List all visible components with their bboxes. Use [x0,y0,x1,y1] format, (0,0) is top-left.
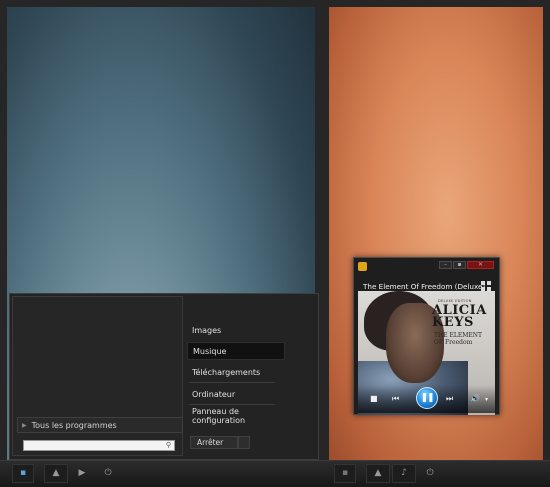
cover-artist-line2: KEYS [432,315,474,330]
pause-icon: ❚❚ [420,393,434,403]
cover-album: THE ELEMENT OF Freedom [434,332,482,346]
taskbar-user-folder[interactable]: ▲ [44,464,68,483]
media-player-logo-icon [358,262,367,271]
volume-dropdown-icon[interactable]: ▾ [485,396,488,404]
start-menu: ▶ Tous les programmes ⚲ Images Musique T… [9,293,319,460]
start-button[interactable]: ▪ [12,464,34,483]
play-icon: ▶ [78,468,86,478]
shutdown-button[interactable]: Arrêter [190,436,238,449]
power-icon: ⏻ [104,468,112,478]
taskbar-power[interactable]: ⏻ [96,464,120,483]
taskbar-power[interactable]: ⏻ [418,464,442,483]
switch-to-library-icon[interactable] [481,281,491,291]
close-button[interactable]: ✕ [467,261,494,269]
power-icon: ⏻ [426,468,434,478]
now-playing-title: The Element Of Freedom (Deluxe) [363,282,486,291]
taskbar: ▪ ▲ ♪ ⏻ [322,460,550,487]
arrow-right-icon: ▶ [22,421,27,429]
user-folder-icon: ▲ [52,468,60,478]
menu-item-musique[interactable]: Musique [187,342,285,360]
all-programs-button[interactable]: ▶ Tous les programmes [17,417,183,433]
minimize-button[interactable]: – [439,261,452,269]
maximize-button[interactable]: ▪ [453,261,466,269]
music-note-icon: ♪ [401,468,407,478]
windows-orb-icon: ▪ [341,468,349,478]
taskbar: ▪ ▲ ▶ ⏻ [0,460,322,487]
next-icon[interactable]: ⏭ [446,395,453,403]
play-pause-button[interactable]: ❚❚ [416,387,438,409]
previous-icon[interactable]: ⏮ [392,395,399,403]
search-icon: ⚲ [165,441,171,449]
windows-orb-icon: ▪ [19,468,27,478]
media-player-window: – ▪ ✕ DELUXE EDITION ALICIA KEYS THE ELE… [353,257,500,415]
shutdown-options-button[interactable] [238,436,250,449]
menu-item-panneau-configuration[interactable]: Panneau de configuration [187,407,285,425]
taskbar-user-folder[interactable]: ▲ [366,464,390,483]
volume-icon[interactable]: 🔊 [470,395,480,403]
menu-item-ordinateur[interactable]: Ordinateur [187,385,285,403]
menu-item-telechargements[interactable]: Téléchargements [187,363,285,381]
start-button[interactable]: ▪ [334,464,356,483]
menu-divider [189,404,275,405]
cover-artist: ALICIA KEYS [432,304,487,330]
taskbar-media-player[interactable]: ♪ [392,464,416,483]
menu-divider [189,382,275,383]
cover-album-line1: THE ELEMENT [434,332,483,339]
playback-controls: ■ ⏮ ❚❚ ⏭ 🔊 ▾ [358,385,495,413]
programs-pane: ▶ Tous les programmes ⚲ [12,296,183,456]
menu-item-images[interactable]: Images [187,321,285,339]
taskbar-media[interactable]: ▶ [70,464,94,483]
user-folder-icon: ▲ [374,468,382,478]
stop-icon[interactable]: ■ [370,395,378,403]
search-input[interactable]: ⚲ [23,440,175,451]
cover-album-line2: OF Freedom [434,339,473,346]
all-programs-label: Tous les programmes [31,420,117,430]
